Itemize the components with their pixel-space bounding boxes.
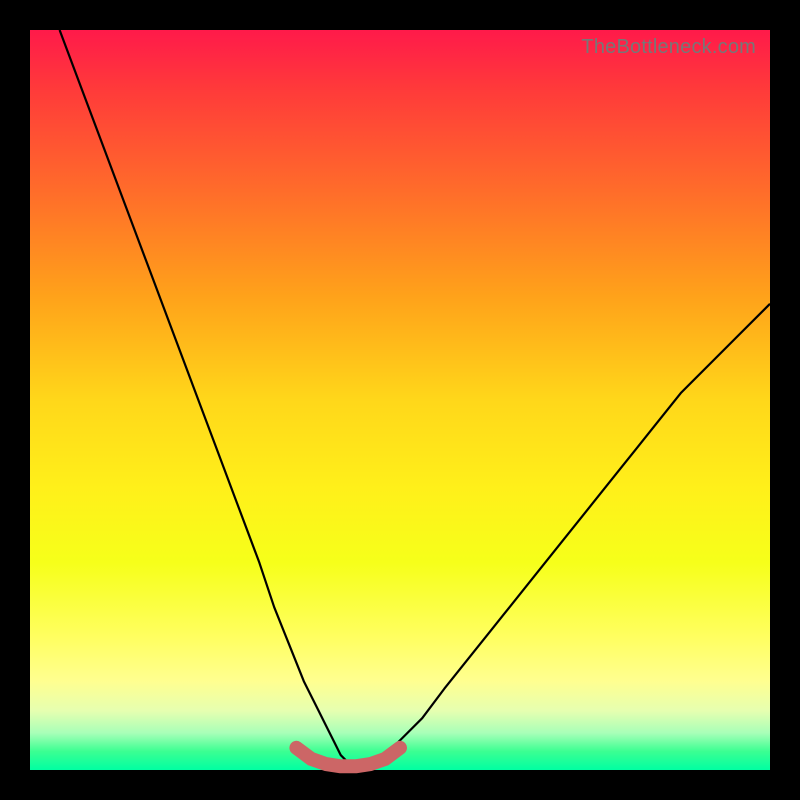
curve-layer: [30, 30, 770, 770]
bottom-flat-marker: [296, 748, 400, 767]
bottleneck-curve: [60, 30, 770, 766]
chart-frame: TheBottleneck.com: [0, 0, 800, 800]
plot-area: TheBottleneck.com: [30, 30, 770, 770]
